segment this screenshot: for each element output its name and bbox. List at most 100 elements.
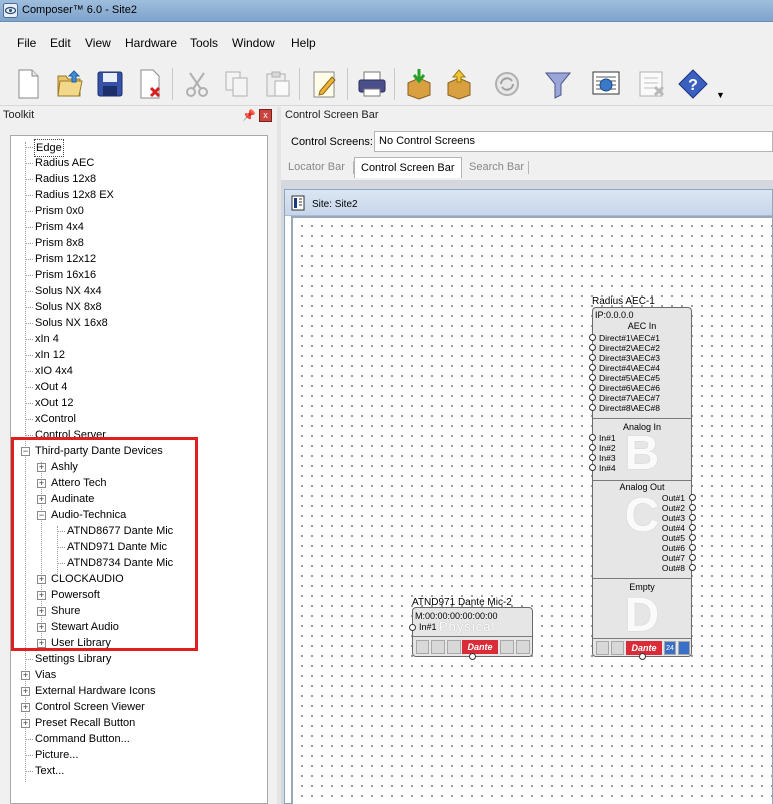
close-file-button[interactable] xyxy=(132,65,168,103)
section-divider xyxy=(593,578,691,579)
output-port-dot[interactable] xyxy=(689,494,696,501)
aec-port-5: Direct#5\AEC#5 xyxy=(599,373,660,383)
output-port-dot[interactable] xyxy=(689,554,696,561)
site-titlebar[interactable]: Site: Site2 xyxy=(285,190,772,216)
radius-ip-address: IP:0.0.0.0 xyxy=(595,310,634,320)
device-status-cell xyxy=(500,640,514,654)
atnd971-device[interactable]: M:00:00:00:00:00:00 Physical In#1 Dante xyxy=(412,607,533,657)
menu-help[interactable]: Help xyxy=(291,36,316,50)
site-title: Site: Site2 xyxy=(312,199,358,210)
tab-control-screen-bar[interactable]: Control Screen Bar xyxy=(354,157,462,178)
filter-button[interactable] xyxy=(540,65,576,103)
analog-out-port-2: Out#2 xyxy=(661,503,685,513)
input-port-dot[interactable] xyxy=(589,454,596,461)
settings-badge-icon[interactable] xyxy=(678,641,690,655)
expand-icon[interactable]: + xyxy=(21,719,30,728)
input-port-dot[interactable] xyxy=(589,464,596,471)
tab-search-bar[interactable]: Search Bar xyxy=(463,157,530,178)
output-port-dot[interactable] xyxy=(689,564,696,571)
input-port-dot[interactable] xyxy=(589,374,596,381)
dante-badge: Dante xyxy=(462,640,498,654)
new-file-button[interactable] xyxy=(10,65,46,103)
input-port-dot[interactable] xyxy=(589,444,596,451)
dante-port-dot[interactable] xyxy=(469,653,476,660)
input-port-dot[interactable] xyxy=(589,404,596,411)
output-port-dot[interactable] xyxy=(689,544,696,551)
monitor-icon xyxy=(592,71,620,95)
device-status-cell xyxy=(611,641,624,655)
device-status-cell xyxy=(447,640,461,654)
aec-port-1: Direct#1\AEC#1 xyxy=(599,333,660,343)
composer-app-icon[interactable] xyxy=(3,3,18,18)
site-canvas[interactable] xyxy=(291,216,772,804)
device-status-cell xyxy=(416,640,429,654)
empty-title: Empty xyxy=(629,582,655,592)
input-port-dot[interactable] xyxy=(589,434,596,441)
output-port-dot[interactable] xyxy=(689,534,696,541)
copy-button[interactable] xyxy=(219,65,255,103)
print-button[interactable] xyxy=(354,65,390,103)
input-port-dot[interactable] xyxy=(589,354,596,361)
analog-in-port-4: In#4 xyxy=(599,463,616,473)
open-button[interactable] xyxy=(52,65,88,103)
section-divider xyxy=(593,480,691,481)
download-package-icon xyxy=(407,69,431,100)
analog-out-port-1: Out#1 xyxy=(661,493,685,503)
site-document-icon xyxy=(291,195,305,211)
input-port-dot[interactable] xyxy=(409,624,416,631)
cut-icon xyxy=(186,72,208,97)
help-icon: ? xyxy=(678,69,708,99)
expand-icon[interactable]: + xyxy=(21,703,30,712)
menu-window[interactable]: Window xyxy=(232,36,275,50)
upload-button[interactable] xyxy=(441,65,477,103)
help-button[interactable]: ? xyxy=(675,65,711,103)
aec-port-6: Direct#6\AEC#6 xyxy=(599,383,660,393)
analog-in-title: Analog In xyxy=(622,422,662,432)
input-port-dot[interactable] xyxy=(589,394,596,401)
device-status-cell xyxy=(596,641,609,655)
analog-in-port-2: In#2 xyxy=(599,443,616,453)
expand-icon[interactable]: + xyxy=(21,687,30,696)
menu-edit[interactable]: Edit xyxy=(50,36,71,50)
output-port-dot[interactable] xyxy=(689,504,696,511)
checklist-button[interactable] xyxy=(635,65,671,103)
download-button[interactable] xyxy=(401,65,437,103)
toolkit-header: Toolkit 📌 x xyxy=(0,107,277,125)
radius-device-name: Radius AEC-1 xyxy=(592,296,655,307)
input-port-dot[interactable] xyxy=(589,364,596,371)
analog-in-port-1: In#1 xyxy=(599,433,616,443)
save-button[interactable] xyxy=(92,65,128,103)
control-screens-select[interactable]: No Control Screens xyxy=(374,131,773,152)
tab-locator-bar[interactable]: Locator Bar xyxy=(282,157,351,178)
cut-button[interactable] xyxy=(179,65,215,103)
menu-hardware[interactable]: Hardware xyxy=(125,36,177,50)
radius-aec-device[interactable]: IP:0.0.0.0 AEC In Direct#1\AEC#1 Direct#… xyxy=(592,307,692,657)
close-icon[interactable]: x xyxy=(259,109,272,122)
output-port-dot[interactable] xyxy=(689,524,696,531)
dante-port-dot[interactable] xyxy=(639,653,646,660)
channel-count-badge: 24 xyxy=(664,641,676,655)
analog-out-title: Analog Out xyxy=(619,482,665,492)
refresh-button[interactable] xyxy=(489,65,525,103)
pin-icon[interactable]: 📌 xyxy=(242,109,256,122)
menu-view[interactable]: View xyxy=(85,36,111,50)
edit-button[interactable] xyxy=(307,65,343,103)
toolbar-overflow-chevron-icon[interactable]: ▼ xyxy=(716,90,725,100)
section-divider xyxy=(593,638,691,639)
paste-icon xyxy=(266,71,290,97)
control-screen-bar-header: Control Screen Bar xyxy=(281,107,773,125)
input-port-dot[interactable] xyxy=(589,344,596,351)
input-port-dot[interactable] xyxy=(589,384,596,391)
paste-button[interactable] xyxy=(259,65,295,103)
output-port-dot[interactable] xyxy=(689,514,696,521)
menu-file[interactable]: File xyxy=(17,36,36,50)
expand-icon[interactable]: + xyxy=(21,671,30,680)
filter-icon xyxy=(544,72,572,99)
upload-package-icon xyxy=(447,69,471,100)
monitor-button[interactable] xyxy=(588,65,624,103)
menu-tools[interactable]: Tools xyxy=(190,36,218,50)
aec-in-title: AEC In xyxy=(627,321,657,331)
site-window: Site: Site2 xyxy=(284,189,773,804)
input-port-dot[interactable] xyxy=(589,334,596,341)
checklist-icon xyxy=(639,71,665,97)
